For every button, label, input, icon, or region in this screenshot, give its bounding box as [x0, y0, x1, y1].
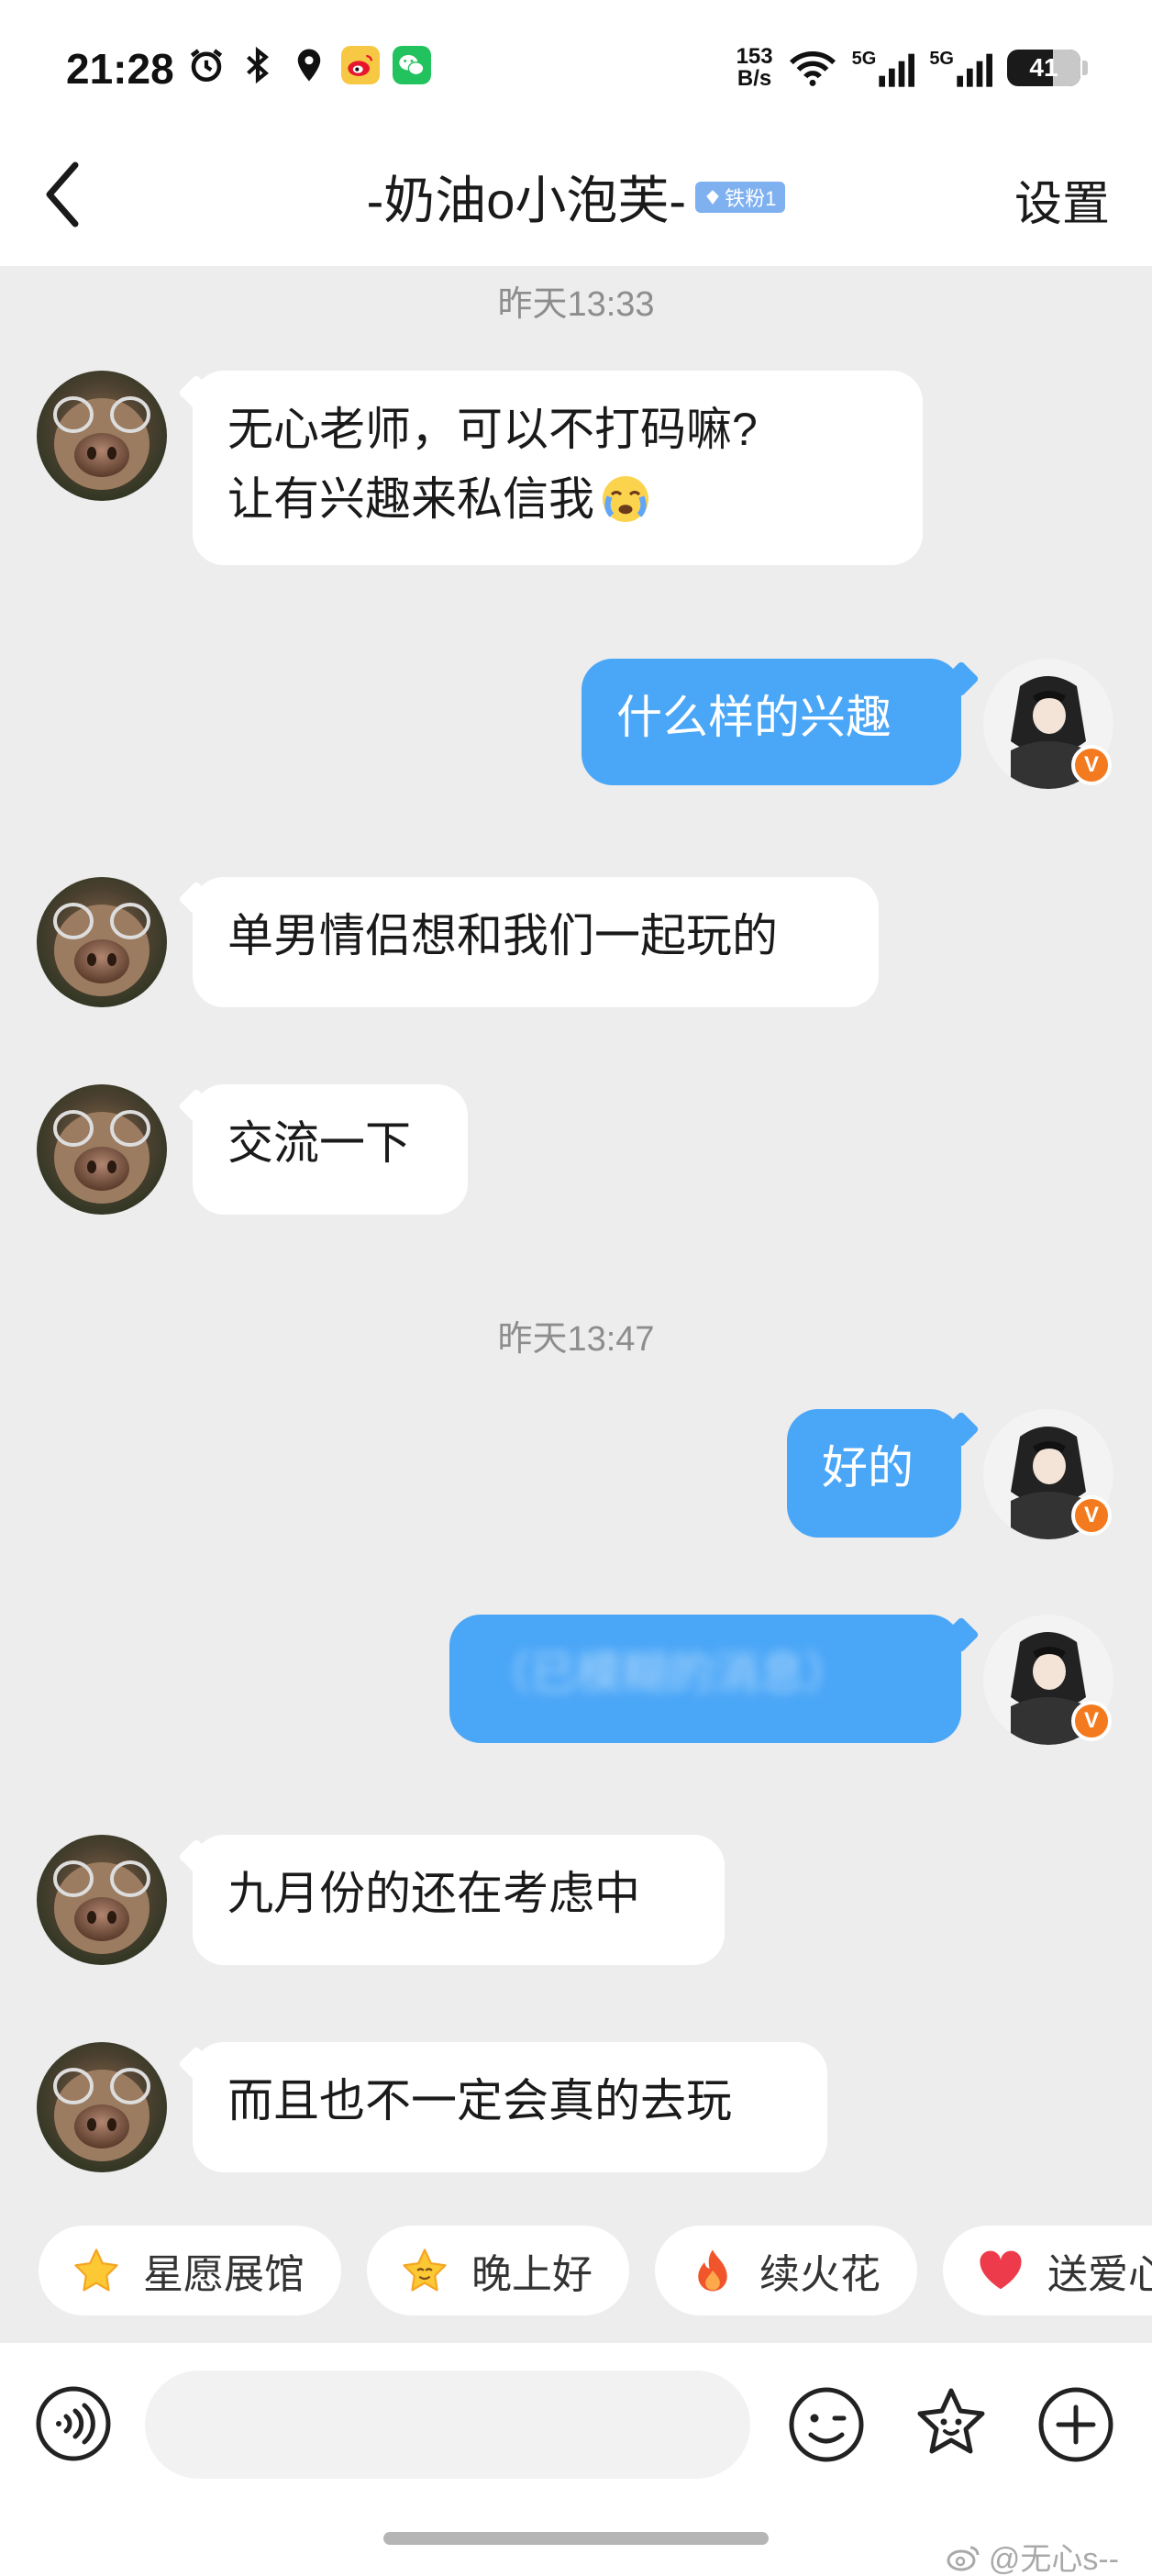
status-icons-left: [187, 46, 431, 84]
battery-level: 41: [1029, 53, 1058, 82]
net-speed-value: 153: [736, 44, 773, 69]
message-timestamp: 昨天13:33: [497, 285, 655, 324]
plus-icon: [1038, 2387, 1113, 2462]
net-speed: 153 B/s: [737, 46, 773, 90]
signal-2-label: 5G: [929, 48, 954, 69]
incoming-message-bubble[interactable]: 无心老师，可以不打码嘛? 让有兴趣来私信我: [193, 371, 923, 565]
message-text-line: 让有兴趣来私信我: [227, 473, 594, 525]
status-time: 21:28: [66, 45, 174, 93]
outgoing-message-bubble[interactable]: 好的: [787, 1409, 961, 1538]
chip-star-gallery[interactable]: 星愿展馆: [39, 2226, 341, 2315]
outgoing-message-bubble-blurred[interactable]: （已模糊的消息）: [449, 1615, 961, 1743]
quick-action-chips: 星愿展馆 晚上好 续火花 送爱心: [39, 2226, 1152, 2315]
chat-title-container: -奶油o小泡芙- 铁粉1: [0, 160, 1152, 234]
chat-title[interactable]: -奶油o小泡芙-: [367, 160, 686, 234]
contact-avatar[interactable]: [37, 2042, 167, 2172]
contact-avatar[interactable]: [37, 1084, 167, 1215]
verified-badge-icon: V: [1071, 1701, 1112, 1741]
battery-icon: 41: [1007, 50, 1080, 86]
watermark-text: @无心s--: [988, 2542, 1119, 2576]
contact-avatar[interactable]: [37, 371, 167, 501]
crying-emoji-icon: [603, 476, 648, 522]
incoming-message-bubble[interactable]: 交流一下: [193, 1084, 468, 1215]
incoming-message-bubble[interactable]: 九月份的还在考虑中: [193, 1835, 725, 1965]
watermark: @无心s--: [945, 2534, 1119, 2576]
message-timestamp: 昨天13:47: [497, 1320, 655, 1359]
verified-badge-icon: V: [1071, 745, 1112, 785]
heart-icon: [980, 2250, 1022, 2290]
signal-1: 5G: [852, 49, 915, 88]
star-icon: [74, 2248, 118, 2292]
blurred-message-text: （已模糊的消息）: [484, 1648, 851, 1699]
smiling-star-icon: [403, 2248, 447, 2292]
signal-icon: [879, 53, 915, 87]
contact-avatar[interactable]: [37, 1835, 167, 1965]
weibo-app-icon: [341, 46, 380, 84]
outgoing-message-bubble[interactable]: 什么样的兴趣: [582, 659, 961, 785]
voice-input-button[interactable]: [35, 2385, 112, 2462]
emoji-button[interactable]: [787, 2385, 866, 2464]
settings-button[interactable]: 设置: [1014, 165, 1110, 234]
signal-2: 5G: [929, 49, 992, 88]
chip-continue-spark[interactable]: 续火花: [655, 2226, 917, 2315]
bluetooth-icon: [238, 46, 277, 84]
wechat-app-icon: [393, 46, 431, 84]
chip-label: 星愿展馆: [143, 2252, 305, 2297]
chip-good-evening[interactable]: 晚上好: [367, 2226, 629, 2315]
voice-icon: [36, 2386, 111, 2461]
chip-send-love[interactable]: 送爱心: [943, 2226, 1152, 2315]
incoming-message-bubble[interactable]: 而且也不一定会真的去玩: [193, 2042, 827, 2172]
contact-avatar[interactable]: [37, 877, 167, 1007]
signal-icon: [957, 53, 992, 87]
location-icon: [290, 46, 328, 84]
smiley-icon: [789, 2387, 864, 2462]
chip-label: 送爱心: [1047, 2252, 1152, 2297]
star-sticker-icon: [917, 2388, 985, 2454]
diamond-icon: [706, 189, 719, 205]
signal-1-label: 5G: [851, 48, 877, 69]
home-indicator[interactable]: [383, 2532, 769, 2545]
status-icons-right: 153 B/s 5G 5G 41: [737, 46, 1088, 90]
message-text-line: 无心老师，可以不打码嘛?: [227, 404, 758, 455]
chip-label: 续火花: [759, 2252, 881, 2297]
wifi-icon: [788, 48, 837, 88]
net-speed-unit: B/s: [737, 66, 772, 91]
fire-icon: [698, 2249, 727, 2292]
fan-level-label: 铁粉1: [725, 186, 777, 210]
weibo-logo-icon: [947, 2546, 980, 2570]
sticker-button[interactable]: [912, 2385, 991, 2464]
more-actions-button[interactable]: [1036, 2385, 1115, 2464]
battery-indicator: 41: [1007, 50, 1088, 86]
alarm-icon: [187, 46, 226, 84]
message-input[interactable]: [145, 2371, 750, 2479]
incoming-message-bubble[interactable]: 单男情侣想和我们一起玩的: [193, 877, 879, 1007]
fan-level-badge: 铁粉1: [695, 181, 786, 213]
verified-badge-icon: V: [1071, 1495, 1112, 1536]
chip-label: 晚上好: [471, 2252, 593, 2297]
